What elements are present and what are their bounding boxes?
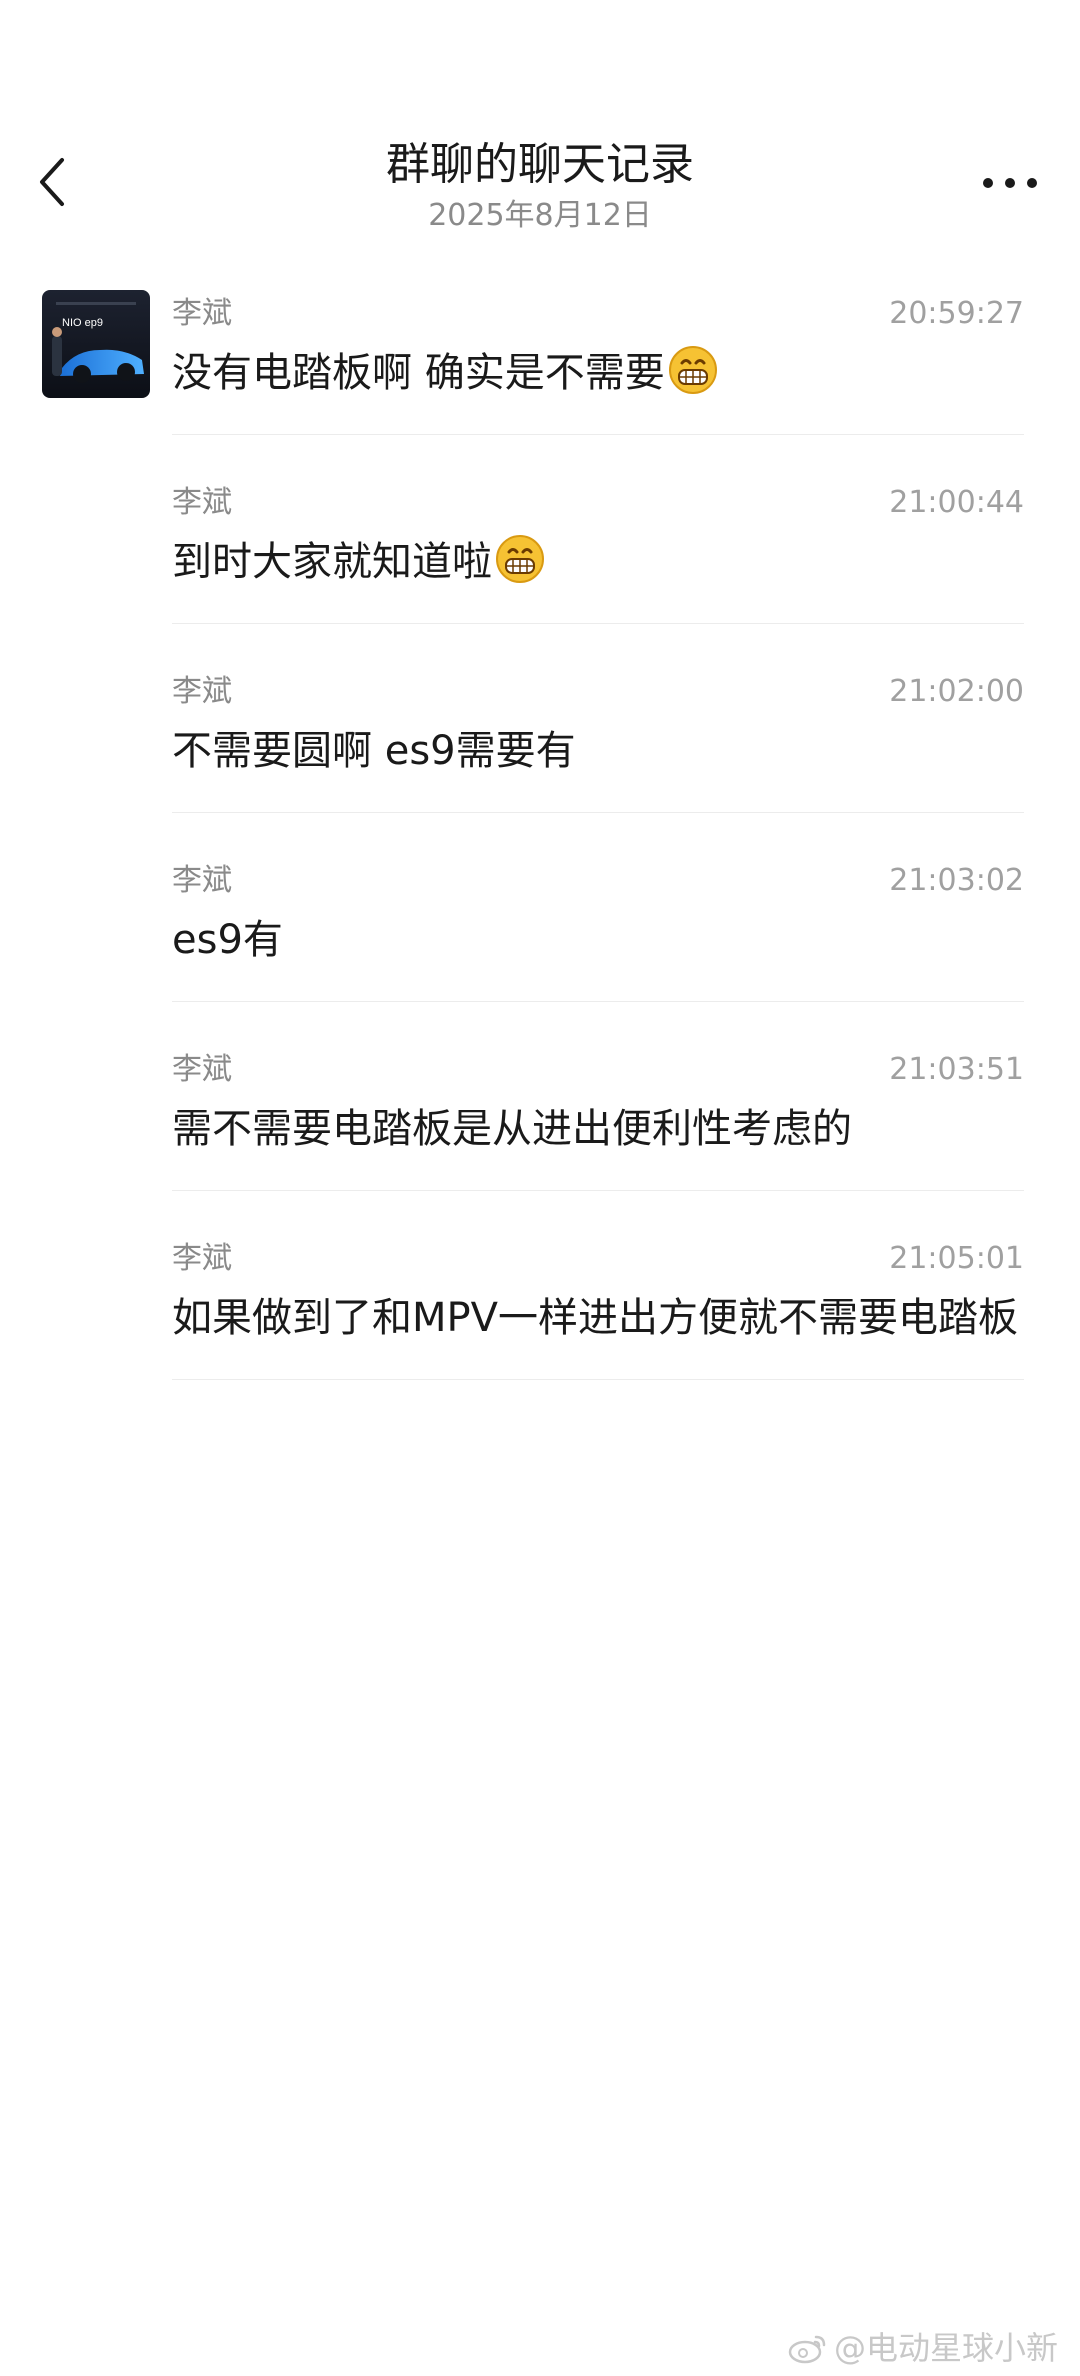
message-list: 李斌 20:59:27 没有电踏板啊 确实是不需要 李斌 21:00:44 到时…: [172, 290, 1024, 1424]
message-time: 21:03:02: [889, 863, 1024, 898]
message-text: 如果做到了和MPV一样进出方便就不需要电踏板: [172, 1295, 1018, 1341]
page-date: 2025年8月12日: [428, 198, 652, 233]
page-title: 群聊的聊天记录: [386, 139, 694, 190]
grinning-emoji-icon: [668, 346, 717, 394]
sender-name: 李斌: [172, 1052, 232, 1087]
sender-name: 李斌: [172, 1241, 232, 1276]
message-text: 到时大家就知道啦: [172, 533, 1024, 591]
message-time: 21:02:00: [889, 674, 1024, 709]
watermark-text: @电动星球小新: [833, 2329, 1058, 2367]
weibo-icon: [788, 2335, 826, 2364]
avatar-badge: NIO ep9: [62, 317, 103, 329]
message-text: 需不需要电踏板是从进出便利性考虑的: [172, 1106, 852, 1152]
message-text: es9有: [172, 917, 283, 963]
grinning-emoji-icon: [496, 535, 544, 583]
message-item[interactable]: 李斌 21:05:01 如果做到了和MPV一样进出方便就不需要电踏板: [172, 1235, 1024, 1380]
sender-name: 李斌: [172, 296, 232, 331]
sender-name: 李斌: [172, 674, 232, 709]
message-text: 没有电踏板啊 确实是不需要: [172, 344, 1024, 402]
message-time: 21:05:01: [889, 1241, 1024, 1276]
message-item[interactable]: 李斌 21:03:02 es9有: [172, 857, 1024, 1002]
watermark: @电动星球小新: [788, 2328, 1058, 2368]
avatar[interactable]: NIO ep9: [42, 290, 150, 398]
message-time: 21:00:44: [889, 485, 1024, 520]
message-item[interactable]: 李斌 21:03:51 需不需要电踏板是从进出便利性考虑的: [172, 1046, 1024, 1191]
message-time: 21:03:51: [889, 1052, 1024, 1087]
message-item[interactable]: 李斌 21:02:00 不需要圆啊 es9需要有: [172, 668, 1024, 813]
message-text: 不需要圆啊 es9需要有: [172, 728, 576, 774]
message-item[interactable]: 李斌 21:00:44 到时大家就知道啦: [172, 479, 1024, 624]
more-horizontal-icon: [983, 178, 1037, 188]
sender-name: 李斌: [172, 863, 232, 898]
message-item[interactable]: 李斌 20:59:27 没有电踏板啊 确实是不需要: [172, 290, 1024, 435]
sender-name: 李斌: [172, 485, 232, 520]
avatar-image: NIO ep9: [42, 290, 150, 398]
more-button[interactable]: [978, 168, 1042, 198]
message-time: 20:59:27: [889, 296, 1024, 331]
